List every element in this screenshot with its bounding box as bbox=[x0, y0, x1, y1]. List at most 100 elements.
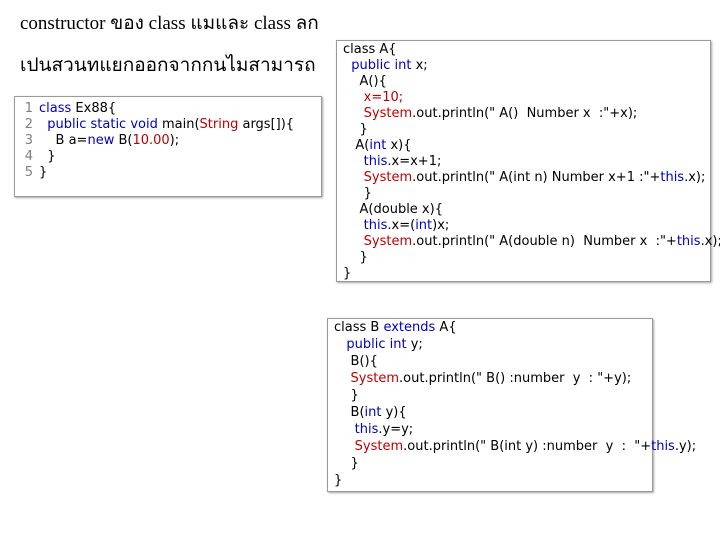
class-a-line-6: } bbox=[343, 122, 368, 138]
class-a-token: .x=x+1; bbox=[387, 154, 442, 169]
class-a-token: System bbox=[343, 234, 413, 249]
main-code-line-1: class Ex88{ bbox=[39, 101, 116, 117]
main-code-token: Ex88{ bbox=[75, 101, 117, 116]
class-a-line-1: class A{ bbox=[343, 42, 397, 58]
class-a-line-15: } bbox=[343, 266, 351, 282]
class-a-line-8: this.x=x+1; bbox=[343, 154, 442, 170]
line-number: 1 bbox=[24, 101, 33, 116]
class-b-token: int bbox=[364, 405, 382, 420]
class-a-token: System bbox=[343, 106, 413, 121]
class-a-token: A(double x){ bbox=[343, 202, 443, 217]
line-number: 3 bbox=[24, 133, 33, 148]
class-a-token: .x=( bbox=[387, 218, 416, 233]
class-a-token: x){ bbox=[386, 138, 412, 153]
class-b-token: B( bbox=[334, 405, 365, 420]
class-b-token: A{ bbox=[435, 320, 457, 335]
class-a-token: )x; bbox=[432, 218, 450, 233]
main-code-token: args[]){ bbox=[238, 117, 295, 132]
class-a-token: } bbox=[343, 266, 352, 281]
main-code-line-5: } bbox=[39, 165, 47, 181]
slide-title-line-1: constructor ของ class แมและ class ลก bbox=[20, 13, 319, 34]
class-a-token: .out.println(" A() Number x :"+x); bbox=[412, 106, 638, 121]
line-number: 2 bbox=[24, 117, 33, 132]
class-a-token: this bbox=[660, 170, 685, 185]
line-number: 5 bbox=[24, 165, 33, 180]
class-b-token: y; bbox=[410, 337, 423, 352]
class-b-token: } bbox=[334, 388, 359, 403]
class-a-token: } bbox=[343, 122, 368, 137]
class-a-token: this bbox=[676, 234, 701, 249]
class-b-token: .out.println(" B() :number y : "+y); bbox=[399, 371, 632, 386]
line-number: 4 bbox=[24, 149, 33, 164]
class-a-token: int bbox=[369, 138, 387, 153]
line-number-gutter: 12345 bbox=[15, 97, 37, 196]
class-b-token: y){ bbox=[381, 405, 407, 420]
main-code-token: } bbox=[39, 165, 48, 180]
class-a-token: System bbox=[343, 170, 413, 185]
class-b-token: .y); bbox=[674, 439, 697, 454]
class-a-token: x=10; bbox=[343, 90, 404, 105]
class-b-line-7: this.y=y; bbox=[334, 422, 414, 438]
class-a-token: .x); bbox=[700, 234, 720, 249]
class-b-token: System bbox=[334, 371, 400, 386]
class-a-line-14: } bbox=[343, 250, 368, 266]
slide-title-line-2: เปนสวนทแยกออกจากกนไมสามารถ bbox=[20, 55, 316, 76]
class-a-token: this bbox=[343, 154, 388, 169]
class-b-line-2: public int y; bbox=[334, 337, 423, 353]
main-code-token: public static void bbox=[39, 117, 162, 132]
class-a-token: A(){ bbox=[343, 74, 387, 89]
class-a-token: class A{ bbox=[343, 42, 397, 57]
class-b-token: } bbox=[334, 473, 343, 488]
class-a-token: .x); bbox=[684, 170, 706, 185]
class-a-line-9: System.out.println(" A(int n) Number x+1… bbox=[343, 170, 706, 186]
class-a-line-5: System.out.println(" A() Number x :"+x); bbox=[343, 106, 638, 122]
class-a-token: A( bbox=[343, 138, 370, 153]
class-a-line-4: x=10; bbox=[343, 90, 404, 106]
class-b-code-box: class B extends A{ public int y; B(){ Sy… bbox=[327, 318, 696, 492]
class-a-line-7: A(int x){ bbox=[343, 138, 412, 154]
main-code-box: 12345 class Ex88{ public static void mai… bbox=[14, 96, 322, 197]
main-code-token: } bbox=[39, 149, 56, 164]
class-a-line-11: A(double x){ bbox=[343, 202, 443, 218]
class-a-token: } bbox=[343, 186, 372, 201]
class-a-token: public int bbox=[343, 58, 416, 73]
class-b-token: } bbox=[334, 456, 359, 471]
class-b-line-9: } bbox=[334, 456, 359, 472]
class-b-token: this bbox=[651, 439, 675, 454]
class-a-token: x; bbox=[415, 58, 428, 73]
main-code-line-2: public static void main(String args[]){ bbox=[39, 117, 294, 133]
main-code-token: main( bbox=[161, 117, 200, 132]
class-a-token: .out.println(" A(int n) Number x+1 :"+ bbox=[412, 170, 661, 185]
class-b-line-4: System.out.println(" B() :number y : "+y… bbox=[334, 371, 632, 387]
class-b-line-5: } bbox=[334, 388, 359, 404]
class-b-token: class B bbox=[334, 320, 384, 335]
class-b-token: this bbox=[334, 422, 379, 437]
main-code-token: 10.00 bbox=[132, 133, 170, 148]
class-b-token: B(){ bbox=[334, 354, 378, 369]
main-code-token: String bbox=[199, 117, 239, 132]
class-a-token: this bbox=[343, 218, 388, 233]
main-code-token: B( bbox=[114, 133, 133, 148]
class-b-line-8: System.out.println(" B(int y) :number y … bbox=[334, 439, 696, 455]
class-b-token: System bbox=[334, 439, 404, 454]
class-b-line-6: B(int y){ bbox=[334, 405, 407, 421]
main-code-token: B a= bbox=[39, 133, 88, 148]
main-code-token: class bbox=[39, 101, 76, 116]
class-a-token: int bbox=[415, 218, 433, 233]
class-b-line-10: } bbox=[334, 473, 342, 489]
main-code-token: ); bbox=[169, 133, 180, 148]
class-a-code-box: class A{ public int x; A(){ x=10; System… bbox=[336, 40, 720, 282]
class-b-token: extends bbox=[383, 320, 436, 335]
main-code-line-4: } bbox=[39, 149, 56, 165]
class-a-token: .out.println(" A(double n) Number x :"+ bbox=[412, 234, 677, 249]
class-b-line-3: B(){ bbox=[334, 354, 378, 370]
class-a-token: } bbox=[343, 250, 368, 265]
class-a-line-13: System.out.println(" A(double n) Number … bbox=[343, 234, 720, 250]
class-a-line-3: A(){ bbox=[343, 74, 387, 90]
class-a-line-2: public int x; bbox=[343, 58, 428, 74]
main-code-token: new bbox=[87, 133, 115, 148]
class-b-line-1: class B extends A{ bbox=[334, 320, 457, 336]
main-code-line-3: B a=new B(10.00); bbox=[39, 133, 180, 149]
class-b-token: public int bbox=[334, 337, 411, 352]
class-a-line-10: } bbox=[343, 186, 372, 202]
